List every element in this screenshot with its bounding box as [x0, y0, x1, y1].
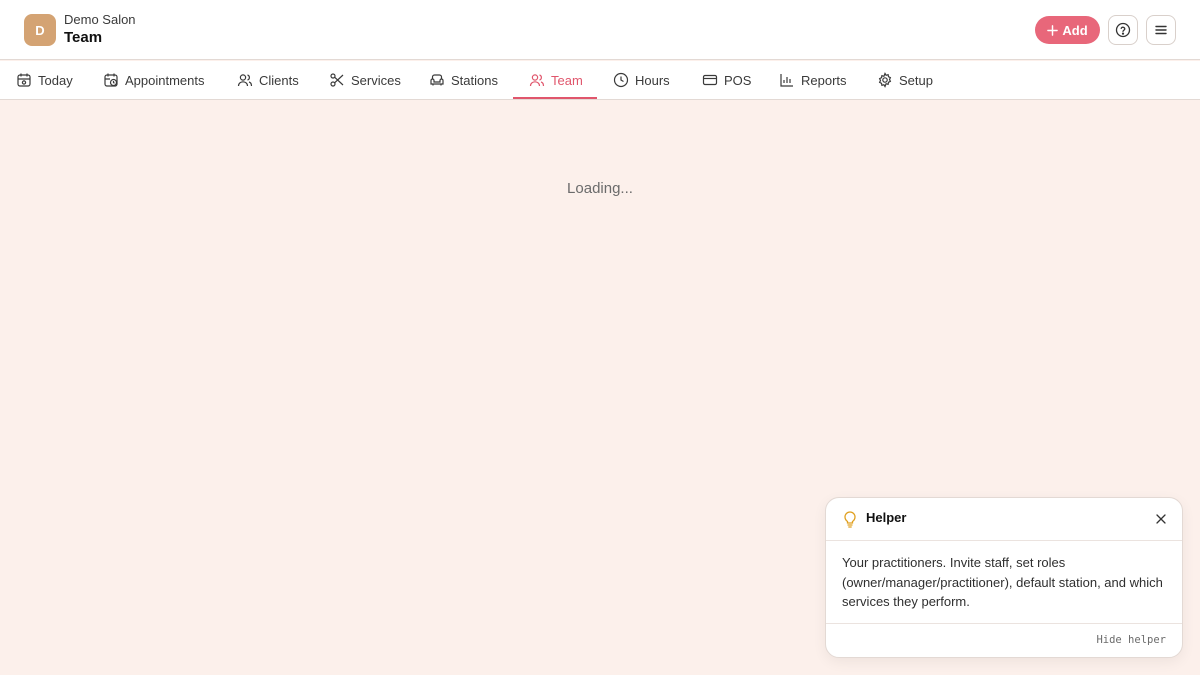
- tab-hours-label: Hours: [635, 72, 670, 88]
- users-icon: [237, 74, 253, 87]
- hide-helper-link[interactable]: Hide helper: [1096, 634, 1166, 646]
- tab-today[interactable]: Today: [16, 61, 73, 99]
- plus-icon: [1047, 24, 1059, 36]
- helper-text: Your practitioners. Invite staff, set ro…: [842, 555, 1163, 609]
- hamburger-menu-icon: [1155, 25, 1167, 35]
- loading-indicator: Loading...: [567, 180, 633, 197]
- tab-stations-label: Stations: [451, 72, 498, 88]
- tab-pos[interactable]: POS: [702, 61, 751, 99]
- calendar-clock-icon: [104, 73, 118, 87]
- tab-appointments-label: Appointments: [125, 72, 205, 88]
- helper-panel: Helper Your practitioners. Invite staff,…: [825, 497, 1183, 658]
- tab-team-label: Team: [551, 72, 583, 88]
- active-tab-indicator: [513, 97, 597, 99]
- tab-reports-label: Reports: [801, 72, 847, 88]
- page-title: Team: [64, 29, 103, 46]
- tab-appointments[interactable]: Appointments: [103, 61, 205, 99]
- users-icon: [529, 74, 545, 87]
- tab-setup-label: Setup: [899, 72, 933, 88]
- tab-hours[interactable]: Hours: [613, 61, 670, 99]
- close-helper-button[interactable]: [1152, 510, 1170, 528]
- top-header: D Demo Salon Team Add: [0, 0, 1200, 60]
- tab-stations[interactable]: Stations: [429, 61, 498, 99]
- tab-clients-label: Clients: [259, 72, 299, 88]
- gear-icon: [878, 72, 892, 88]
- calendar-icon: [17, 73, 31, 87]
- org-name: Demo Salon: [64, 12, 136, 27]
- add-button-label: Add: [1062, 22, 1088, 38]
- tab-clients[interactable]: Clients: [237, 61, 299, 99]
- tab-services[interactable]: Services: [329, 61, 401, 99]
- tab-pos-label: POS: [724, 72, 752, 88]
- avatar[interactable]: D: [24, 14, 56, 46]
- lightbulb-icon: [844, 511, 856, 528]
- tab-reports[interactable]: Reports: [779, 61, 847, 99]
- helper-header: Helper: [826, 498, 1182, 541]
- close-icon: [1156, 514, 1166, 524]
- clock-icon: [613, 72, 629, 88]
- menu-button[interactable]: [1146, 15, 1176, 45]
- scissors-icon: [330, 73, 344, 87]
- helper-title: Helper: [866, 510, 907, 525]
- credit-card-icon: [702, 74, 718, 86]
- add-button[interactable]: Add: [1035, 16, 1100, 44]
- armchair-icon: [430, 74, 444, 86]
- help-button[interactable]: [1108, 15, 1138, 45]
- main-nav: Today Appointments Clients Services Stat…: [0, 61, 1200, 100]
- helper-footer: Hide helper: [826, 623, 1182, 657]
- help-circle-icon: [1115, 22, 1131, 38]
- tab-team[interactable]: Team: [529, 61, 583, 99]
- tab-setup[interactable]: Setup: [877, 61, 933, 99]
- tab-today-label: Today: [38, 72, 73, 88]
- tab-services-label: Services: [351, 72, 401, 88]
- bar-chart-icon: [780, 74, 793, 87]
